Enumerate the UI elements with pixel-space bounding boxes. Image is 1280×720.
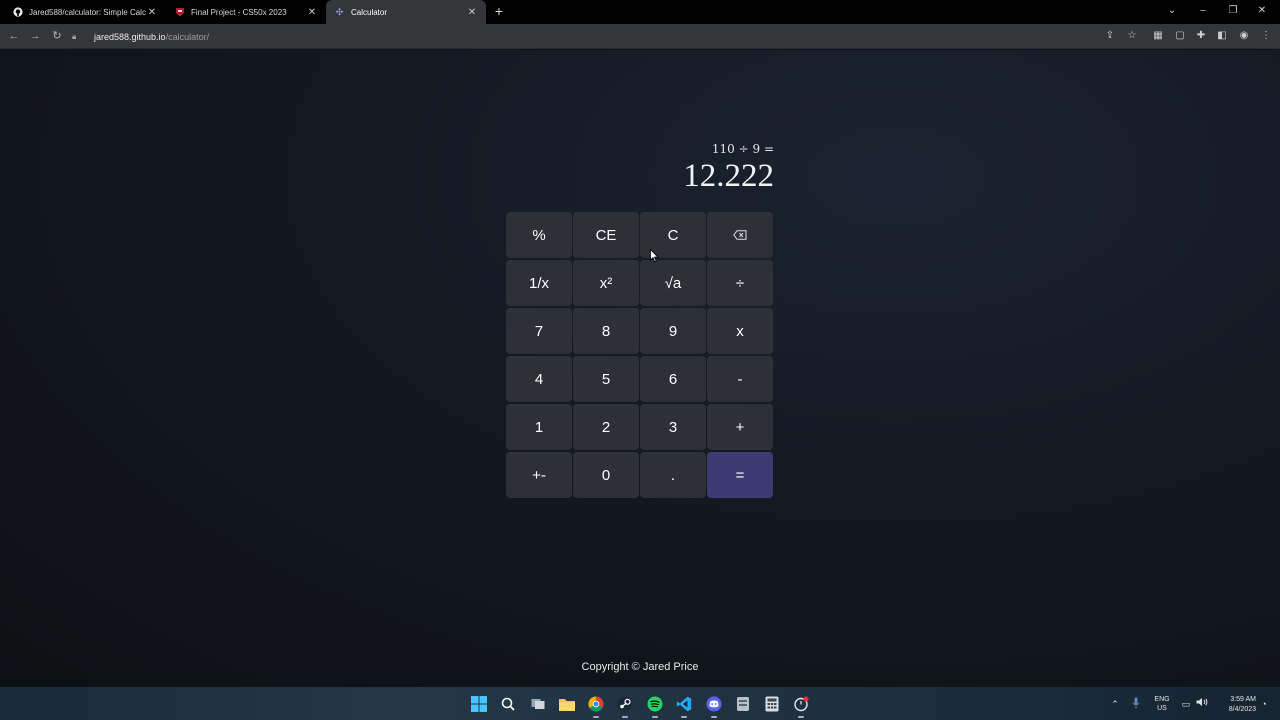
file-explorer-icon[interactable] xyxy=(557,694,577,714)
app-icon[interactable] xyxy=(733,694,753,714)
extension-icon[interactable]: ▢ xyxy=(1172,28,1188,44)
tab-title: Calculator xyxy=(351,7,388,17)
key-subtract[interactable]: - xyxy=(707,356,773,402)
address-bar[interactable]: 🔒︎ jared588.github.io /calculator/ xyxy=(72,27,1172,46)
key-2[interactable]: 2 xyxy=(573,404,639,450)
key-4[interactable]: 4 xyxy=(506,356,572,402)
task-view-icon[interactable] xyxy=(528,694,548,714)
address-path: /calculator/ xyxy=(165,31,210,42)
profile-avatar[interactable]: ◉ xyxy=(1236,28,1252,44)
microphone-icon[interactable] xyxy=(1129,697,1143,711)
running-indicator xyxy=(622,716,628,718)
discord-icon[interactable] xyxy=(704,694,724,718)
key-9[interactable]: 9 xyxy=(640,308,706,354)
key-decimal[interactable]: . xyxy=(640,452,706,498)
extensions-puzzle-icon[interactable]: ✚ xyxy=(1193,28,1209,44)
key-0[interactable]: 0 xyxy=(573,452,639,498)
steam-icon[interactable] xyxy=(615,694,635,718)
lock-icon: 🔒︎ xyxy=(72,31,77,41)
close-icon[interactable]: ✕ xyxy=(306,7,318,18)
calculator-icon: ✣ xyxy=(335,6,344,17)
tab-github[interactable]: Jared588/calculator: Simple Calc ✕ xyxy=(4,0,166,24)
key-3[interactable]: 3 xyxy=(640,404,706,450)
key-square[interactable]: x² xyxy=(573,260,639,306)
harvard-icon xyxy=(174,7,185,18)
key-6[interactable]: 6 xyxy=(640,356,706,402)
browser-tab-strip: Jared588/calculator: Simple Calc ✕ Final… xyxy=(0,0,1280,24)
forward-icon[interactable]: → xyxy=(27,28,43,44)
tab-title: Final Project - CS50x 2023 xyxy=(191,7,287,17)
key-clear-entry[interactable]: CE xyxy=(573,212,639,258)
close-window-button[interactable]: ✕ xyxy=(1251,2,1273,20)
vscode-icon[interactable] xyxy=(674,694,694,718)
bookmark-star-icon[interactable]: ☆ xyxy=(1124,28,1140,44)
clock-date: 8/4/2023 xyxy=(1228,706,1256,713)
key-divide[interactable]: ÷ xyxy=(707,260,773,306)
running-indicator xyxy=(711,716,717,718)
language-indicator[interactable]: ENG US xyxy=(1152,695,1172,713)
running-indicator xyxy=(652,716,658,718)
calc-keypad: % CE C 1/x x² √a ÷ 7 8 9 x 4 5 6 - 1 2 3… xyxy=(506,212,774,498)
tab-cs50[interactable]: Final Project - CS50x 2023 ✕ xyxy=(166,0,326,24)
key-multiply[interactable]: x xyxy=(707,308,773,354)
key-8[interactable]: 8 xyxy=(573,308,639,354)
share-icon[interactable]: ⇪ xyxy=(1102,28,1118,44)
key-1[interactable]: 1 xyxy=(506,404,572,450)
browser-toolbar: ← → ↻ 🔒︎ jared588.github.io /calculator/… xyxy=(0,24,1280,49)
calc-result: 12.222 xyxy=(683,158,774,194)
windows-start-icon[interactable] xyxy=(469,694,489,714)
footer-copyright: Copyright © Jared Price xyxy=(581,661,699,673)
extension-icon[interactable]: ▦ xyxy=(1150,28,1166,44)
key-5[interactable]: 5 xyxy=(573,356,639,402)
backspace-icon xyxy=(733,228,747,243)
running-indicator xyxy=(593,716,599,718)
key-7[interactable]: 7 xyxy=(506,308,572,354)
reload-icon[interactable]: ↻ xyxy=(49,28,65,44)
key-equals[interactable]: = xyxy=(707,452,773,498)
tab-title: Jared588/calculator: Simple Calc xyxy=(29,7,146,17)
running-indicator xyxy=(681,716,687,718)
minimize-button[interactable]: – xyxy=(1192,2,1214,20)
running-indicator xyxy=(798,716,804,718)
key-sqrt[interactable]: √a xyxy=(640,260,706,306)
page-content: 110 ÷ 9 = 12.222 % CE C 1/x x² √a ÷ 7 8 … xyxy=(0,50,1280,687)
close-icon[interactable]: ✕ xyxy=(466,7,478,18)
key-backspace[interactable] xyxy=(707,212,773,258)
new-tab-button[interactable]: + xyxy=(491,3,507,19)
github-icon xyxy=(12,7,23,18)
recording-app-icon[interactable] xyxy=(791,694,811,718)
notification-icon[interactable]: ◔ xyxy=(1257,697,1271,711)
windows-taskbar: ⌃ ENG US ▭ 3:59 AM 8/4/2023 ◔ xyxy=(0,687,1280,720)
calculator-app-icon[interactable] xyxy=(762,694,782,714)
side-panel-icon[interactable]: ◧ xyxy=(1214,28,1230,44)
calc-expression: 110 ÷ 9 = xyxy=(711,142,774,156)
language-code: ENG xyxy=(1154,696,1170,703)
system-clock[interactable]: 3:59 AM 8/4/2023 xyxy=(1212,695,1256,715)
chevron-up-icon[interactable]: ⌃ xyxy=(1108,697,1122,711)
volume-icon[interactable] xyxy=(1195,697,1209,711)
tab-search-icon[interactable]: ⌄ xyxy=(1161,2,1183,20)
network-icon[interactable]: ▭ xyxy=(1179,697,1193,711)
language-region: US xyxy=(1157,705,1167,712)
clock-time: 3:59 AM xyxy=(1230,696,1256,703)
back-icon[interactable]: ← xyxy=(6,28,22,44)
spotify-icon[interactable] xyxy=(645,694,665,718)
address-host: jared588.github.io xyxy=(94,31,166,42)
key-reciprocal[interactable]: 1/x xyxy=(506,260,572,306)
key-add[interactable]: + xyxy=(707,404,773,450)
key-percent[interactable]: % xyxy=(506,212,572,258)
chrome-icon[interactable] xyxy=(586,694,606,718)
search-icon[interactable] xyxy=(498,694,518,714)
tab-calculator[interactable]: ✣ Calculator ✕ xyxy=(326,0,486,24)
menu-icon[interactable]: ⋮ xyxy=(1258,28,1274,44)
restore-button[interactable]: ❐ xyxy=(1222,2,1244,20)
key-negate[interactable]: +- xyxy=(506,452,572,498)
close-icon[interactable]: ✕ xyxy=(146,7,158,18)
